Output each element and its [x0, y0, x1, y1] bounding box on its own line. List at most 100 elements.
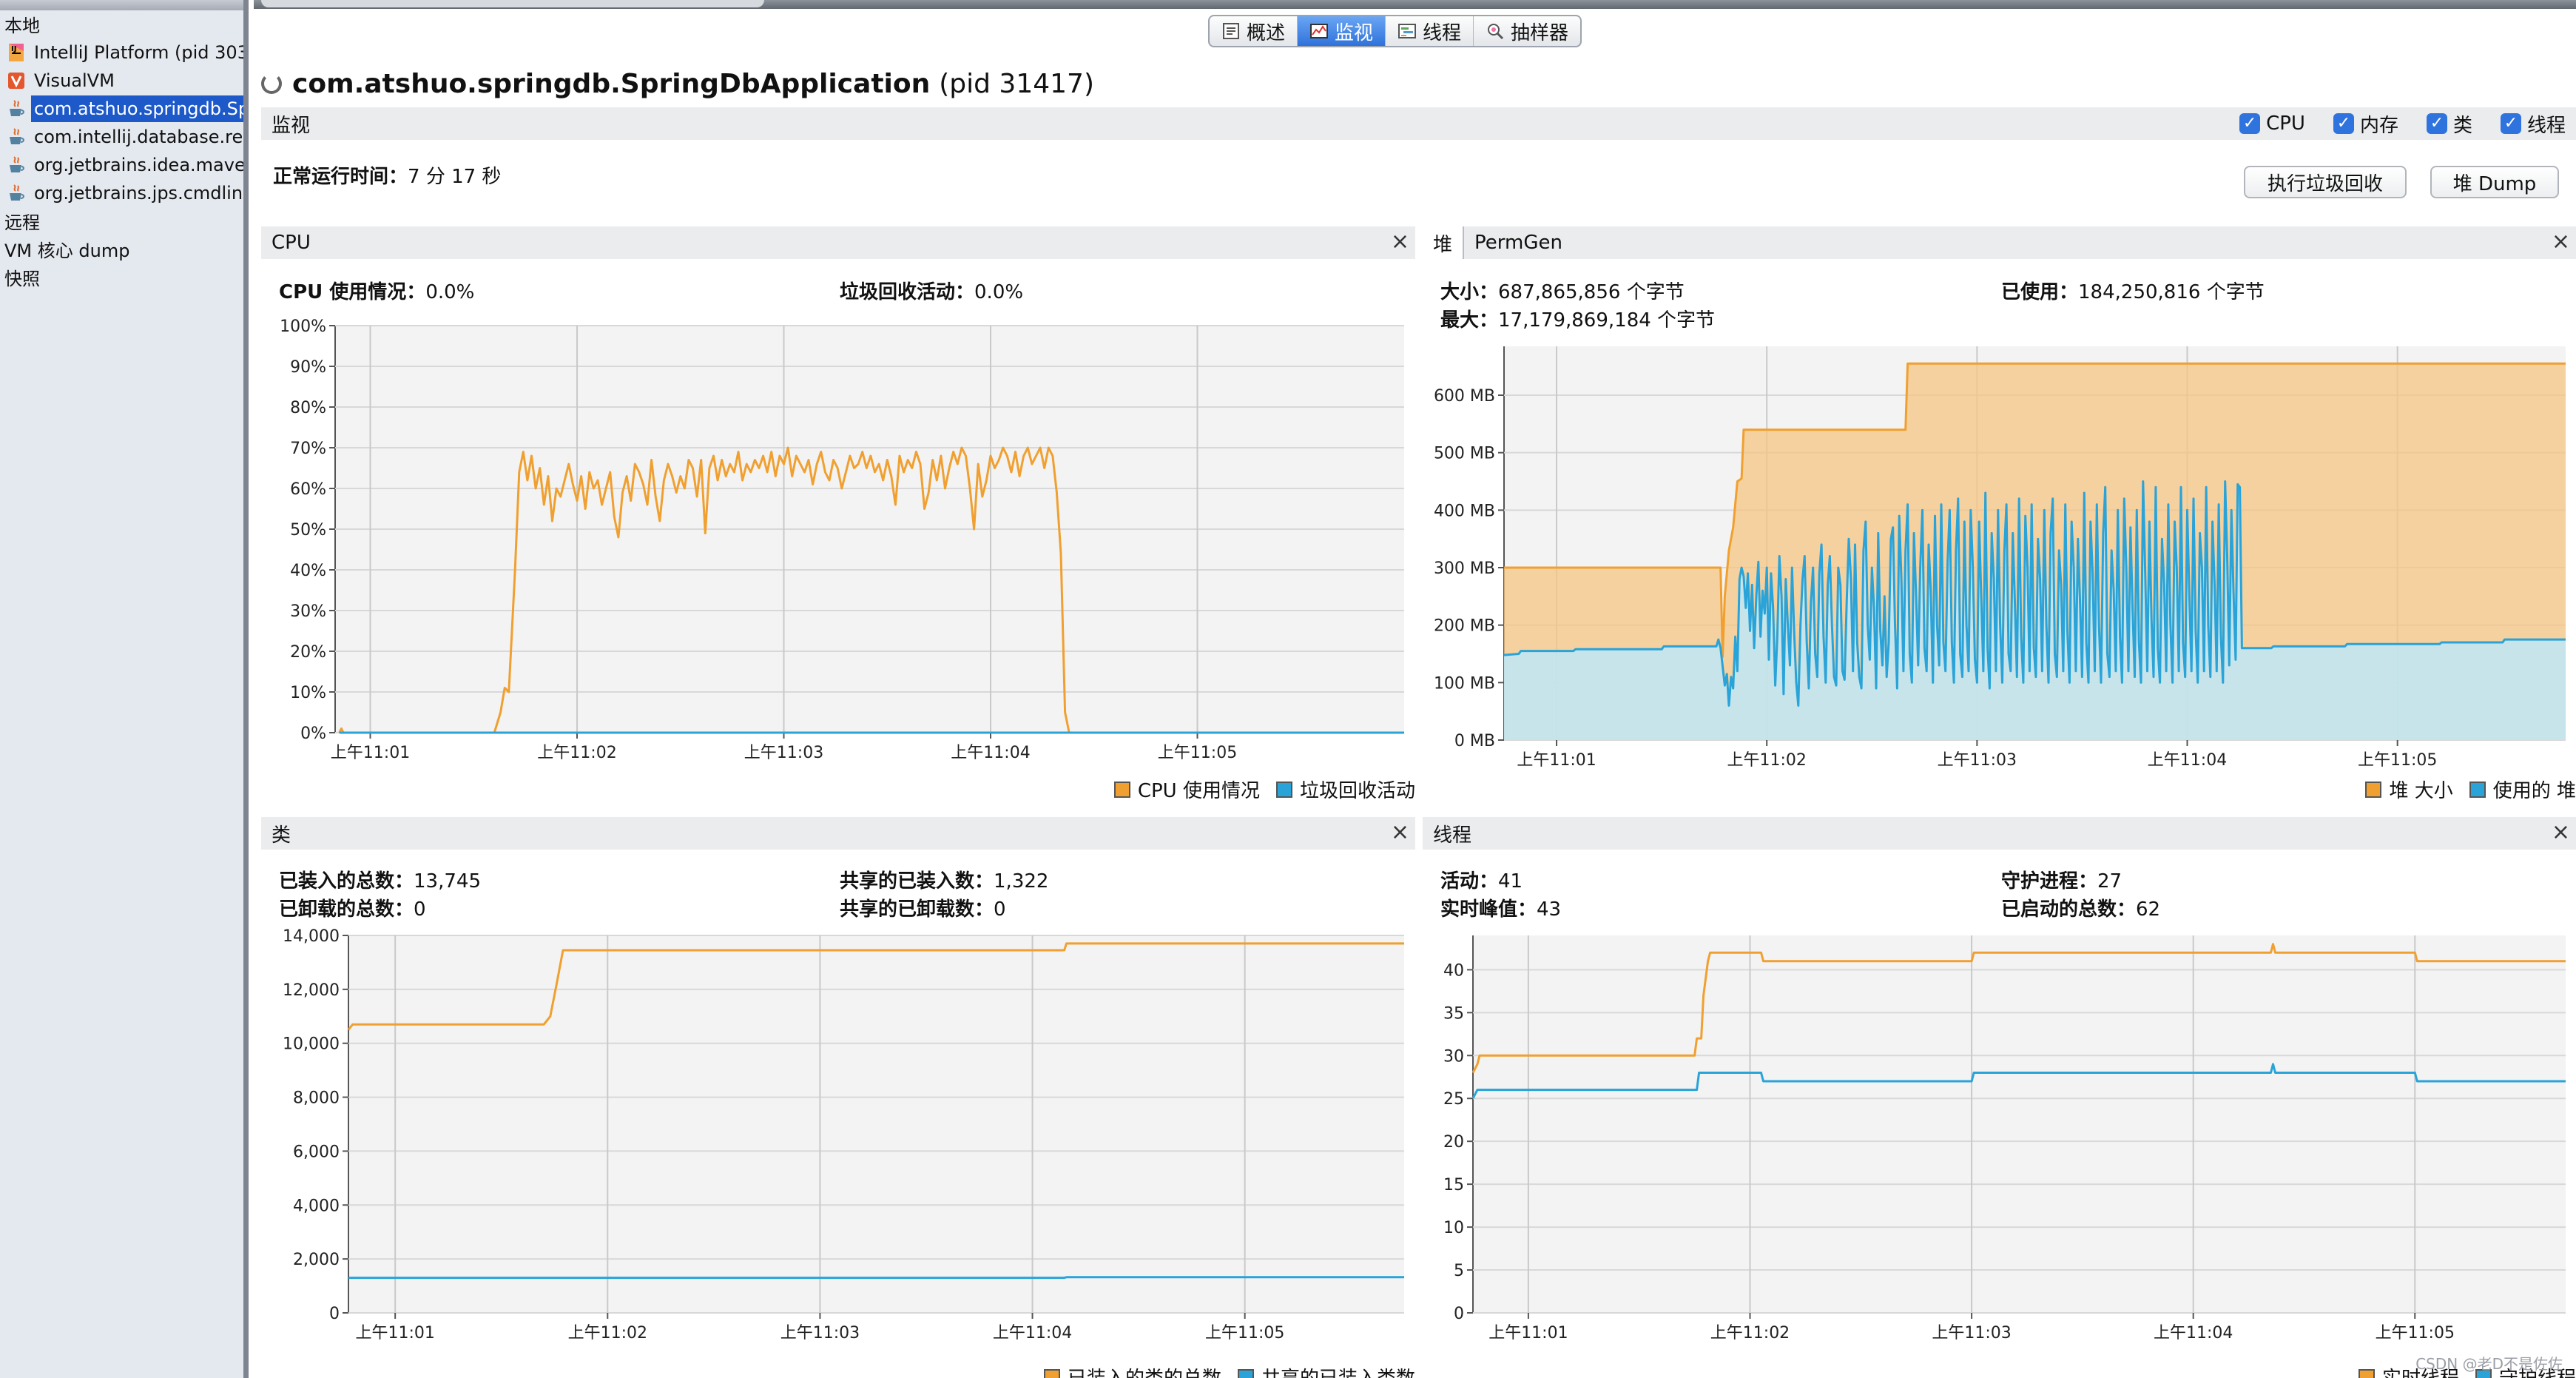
threads-peak-label: 实时峰值： [1440, 898, 1537, 921]
sidebar-item[interactable]: 快照 [0, 265, 243, 293]
gc-activity-value: 0.0% [974, 281, 1024, 303]
shared-unloaded-value: 0 [994, 898, 1006, 921]
threads-checkbox[interactable]: ✓ 线程 [2500, 110, 2566, 138]
uptime-info: 正常运行时间：7 分 17 秒 [273, 161, 501, 189]
classes-chart: 0 2,000 4,000 6,000 8,000 10,000 12,000 14,000 上… [283, 927, 1404, 1342]
y-tick-label: 14,000 [283, 927, 340, 946]
x-tick-label: 上午11:02 [537, 744, 616, 762]
sidebar-item-label: com.intellij.database.rem [34, 127, 249, 147]
cpu-checkbox[interactable]: ✓ CPU [2239, 112, 2305, 135]
legend-loaded-classes: 已装入的类的总数 [1068, 1363, 1221, 1378]
visualvm-icon [6, 70, 27, 92]
plot-area [1473, 935, 2566, 1313]
threads-checkbox-label: 线程 [2526, 114, 2566, 137]
tab-permgen[interactable]: PermGen [1464, 226, 1573, 259]
close-icon[interactable]: × [2552, 821, 2570, 844]
checkmark-icon: ✓ [2333, 113, 2354, 134]
monitor-section-header: 监视 ✓ CPU ✓ 内存 ✓ 类 ✓ 线程 [261, 107, 2576, 140]
x-tick-label: 上午11:03 [780, 1324, 860, 1342]
x-tick-label: 上午11:03 [1932, 1324, 2011, 1342]
legend-cpu-usage: CPU 使用情况 [1137, 780, 1260, 802]
sidebar-item[interactable]: org.jetbrains.idea.maven [0, 151, 243, 179]
x-tick-label: 上午11:05 [1205, 1324, 1284, 1342]
y-tick-label: 90% [290, 358, 326, 377]
threads-icon [1398, 24, 1417, 38]
threads-panel-header: 线程 × [1423, 817, 2576, 850]
legend-swatch [1043, 1368, 1060, 1378]
legend-gc-activity: 垃圾回收活动 [1299, 780, 1415, 802]
uptime-label: 正常运行时间： [273, 166, 408, 188]
close-icon[interactable]: × [2552, 231, 2570, 253]
y-tick-label: 25 [1443, 1090, 1464, 1109]
sidebar-item[interactable]: IJ IntelliJ Platform (pid 3030 [0, 38, 243, 67]
sidebar-item-label: VM 核心 dump [4, 241, 130, 261]
x-tick-label: 上午11:01 [1517, 751, 1596, 770]
tab-threads[interactable]: 线程 [1386, 16, 1474, 46]
java-cup-icon [6, 126, 27, 148]
tab-monitor[interactable]: 监视 [1298, 16, 1386, 46]
sidebar-item[interactable]: com.intellij.database.rem [0, 123, 249, 151]
sidebar-item[interactable]: VM 核心 dump [0, 237, 243, 265]
y-tick-label: 20 [1443, 1133, 1464, 1152]
y-tick-label: 200 MB [1434, 617, 1495, 636]
y-tick-label: 70% [290, 440, 326, 458]
sidebar-item-label: org.jetbrains.jps.cmdline [34, 183, 249, 204]
x-tick-label: 上午11:02 [1727, 751, 1806, 770]
legend-heap-size: 堆 大小 [2389, 780, 2453, 802]
x-tick-label: 上午11:05 [1158, 744, 1237, 762]
sidebar-item[interactable]: com.atshuo.springdb.Spr [0, 95, 243, 123]
x-tick-label: 上午11:03 [1938, 751, 2017, 770]
heap-size-label: 大小： [1440, 281, 1499, 303]
heap-panel-header: 堆 PermGen × [1423, 226, 2576, 259]
tab-monitor-label: 监视 [1335, 21, 1374, 44]
memory-checkbox[interactable]: ✓ 内存 [2333, 110, 2398, 138]
close-icon[interactable]: × [1391, 821, 1409, 844]
sidebar-item[interactable]: 本地 [0, 12, 243, 40]
close-icon[interactable]: × [1391, 231, 1409, 253]
classes-unloaded-stat: 已卸载的总数：0 [279, 894, 426, 921]
threads-started-value: 62 [2136, 898, 2161, 921]
x-tick-label: 上午11:04 [951, 744, 1030, 762]
tab-heap[interactable]: 堆 [1423, 226, 1465, 259]
threads-panel-title: 线程 [1433, 824, 1472, 847]
sidebar-item[interactable]: 远程 [0, 209, 243, 237]
y-tick-label: 35 [1443, 1004, 1464, 1023]
sidebar-item[interactable]: org.jetbrains.jps.cmdline [0, 179, 249, 207]
cpu-panel-header: CPU × [261, 226, 1415, 259]
gc-activity-stat: 垃圾回收活动：0.0% [840, 277, 1023, 304]
threads-daemon-label: 守护进程： [2001, 870, 2098, 893]
sidebar-item[interactable]: VisualVM [0, 67, 243, 95]
java-cup-icon [6, 154, 27, 176]
threads-panel: 线程 × 活动：41 实时峰值：43 守护进程：27 已启动的总数：62 0 5 1… [1423, 817, 2576, 1378]
classes-unloaded-value: 0 [414, 898, 426, 921]
heap-max-value: 17,179,869,184 个字节 [1498, 309, 1716, 332]
threads-chart: 0 5 10 15 20 25 30 35 40 上午11:01 上午11:02 上午11:03 上午1… [1443, 935, 2566, 1342]
shared-unloaded-stat: 共享的已卸载数：0 [840, 894, 1006, 921]
view-tab-bar: 概述 监视 线程 抽样器 [1208, 15, 1582, 47]
classes-loaded-stat: 已装入的总数：13,745 [279, 866, 481, 893]
x-tick-label: 上午11:04 [993, 1324, 1072, 1342]
cpu-usage-label: CPU 使用情况： [279, 281, 426, 303]
classes-panel-header: 类 × [261, 817, 1415, 850]
y-tick-label: 0 [1454, 1305, 1464, 1323]
heap-panel: 堆 PermGen × 大小：687,865,856 个字节 最大：17,179… [1423, 226, 2576, 805]
checkmark-icon: ✓ [2239, 113, 2261, 134]
classes-checkbox[interactable]: ✓ 类 [2426, 110, 2472, 138]
legend-swatch [2365, 781, 2382, 798]
y-tick-label: 20% [290, 643, 326, 662]
y-tick-label: 12,000 [283, 981, 340, 1000]
y-tick-label: 30% [290, 602, 326, 621]
tab-overview-label: 概述 [1247, 21, 1286, 44]
application-name: com.atshuo.springdb.SpringDbApplication [292, 68, 931, 99]
tab-sampler[interactable]: 抽样器 [1474, 16, 1580, 46]
heap-dump-button[interactable]: 堆 Dump [2430, 166, 2559, 198]
perform-gc-button[interactable]: 执行垃圾回收 [2244, 166, 2407, 198]
x-tick-label: 上午11:01 [355, 1324, 434, 1342]
threads-daemon-value: 27 [2097, 870, 2122, 893]
classes-loaded-value: 13,745 [414, 870, 481, 893]
tab-overview[interactable]: 概述 [1210, 16, 1298, 46]
java-cup-icon [6, 98, 27, 120]
y-tick-label: 10% [290, 684, 326, 702]
y-tick-label: 300 MB [1434, 559, 1495, 578]
svg-text:IJ: IJ [11, 45, 16, 53]
